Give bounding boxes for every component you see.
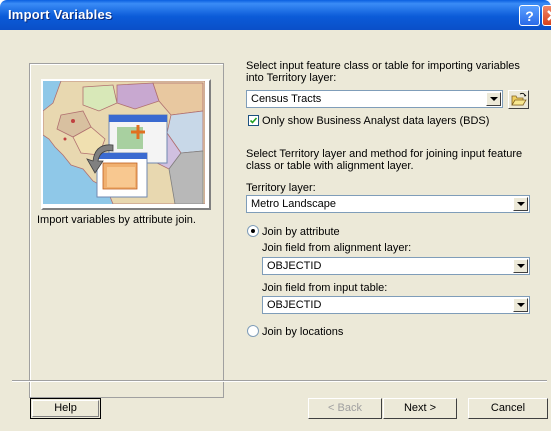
dialog-body: Import variables by attribute join. Sele… bbox=[0, 30, 551, 431]
left-info-panel: Import variables by attribute join. bbox=[29, 63, 224, 398]
chevron-down-icon[interactable] bbox=[513, 298, 528, 312]
window-title: Import Variables bbox=[8, 7, 113, 22]
chevron-down-icon[interactable] bbox=[513, 259, 528, 273]
folder-open-icon bbox=[511, 92, 527, 106]
territory-prompt: Select Territory layer and method for jo… bbox=[246, 148, 523, 172]
back-button[interactable]: < Back bbox=[308, 398, 382, 419]
input-layer-value: Census Tracts bbox=[251, 93, 322, 105]
help-button[interactable]: Help bbox=[30, 398, 101, 419]
button-separator bbox=[12, 380, 547, 382]
alignment-field-dropdown[interactable]: OBJECTID bbox=[262, 257, 530, 275]
join-by-location-label: Join by locations bbox=[262, 326, 344, 338]
back-button-label: < Back bbox=[328, 402, 362, 414]
input-layer-dropdown[interactable]: Census Tracts bbox=[246, 90, 503, 108]
bds-filter-checkbox[interactable] bbox=[248, 115, 259, 126]
input-prompt: Select input feature class or table for … bbox=[246, 60, 520, 84]
cancel-button-label: Cancel bbox=[490, 402, 526, 414]
join-by-location-radio[interactable] bbox=[247, 325, 259, 337]
left-caption: Import variables by attribute join. bbox=[37, 214, 196, 226]
next-button[interactable]: Next > bbox=[383, 398, 457, 419]
close-icon bbox=[547, 10, 551, 21]
import-map-illustration bbox=[41, 79, 211, 210]
territory-layer-dropdown[interactable]: Metro Landscape bbox=[246, 195, 530, 213]
checkmark-icon bbox=[249, 117, 258, 124]
input-field-dropdown[interactable]: OBJECTID bbox=[262, 296, 530, 314]
title-close-button[interactable] bbox=[542, 5, 551, 26]
input-field-value: OBJECTID bbox=[267, 299, 322, 311]
input-field-label: Join field from input table: bbox=[262, 282, 388, 294]
bds-filter-label: Only show Business Analyst data layers (… bbox=[262, 115, 490, 127]
title-bar: Import Variables ? bbox=[0, 0, 551, 30]
chevron-down-icon[interactable] bbox=[486, 92, 501, 106]
help-icon: ? bbox=[525, 8, 534, 24]
help-button-label: Help bbox=[54, 402, 77, 414]
alignment-field-label: Join field from alignment layer: bbox=[262, 242, 412, 254]
chevron-down-icon[interactable] bbox=[513, 197, 528, 211]
title-help-button[interactable]: ? bbox=[519, 5, 540, 26]
territory-layer-value: Metro Landscape bbox=[251, 198, 336, 210]
territory-layer-label: Territory layer: bbox=[246, 182, 316, 194]
next-button-label: Next > bbox=[403, 402, 437, 414]
svg-text:?: ? bbox=[525, 8, 534, 24]
alignment-field-value: OBJECTID bbox=[267, 260, 322, 272]
join-by-attribute-radio[interactable] bbox=[247, 225, 259, 237]
join-by-attribute-label: Join by attribute bbox=[262, 226, 340, 238]
cancel-button[interactable]: Cancel bbox=[468, 398, 548, 419]
browse-button[interactable] bbox=[508, 90, 529, 109]
